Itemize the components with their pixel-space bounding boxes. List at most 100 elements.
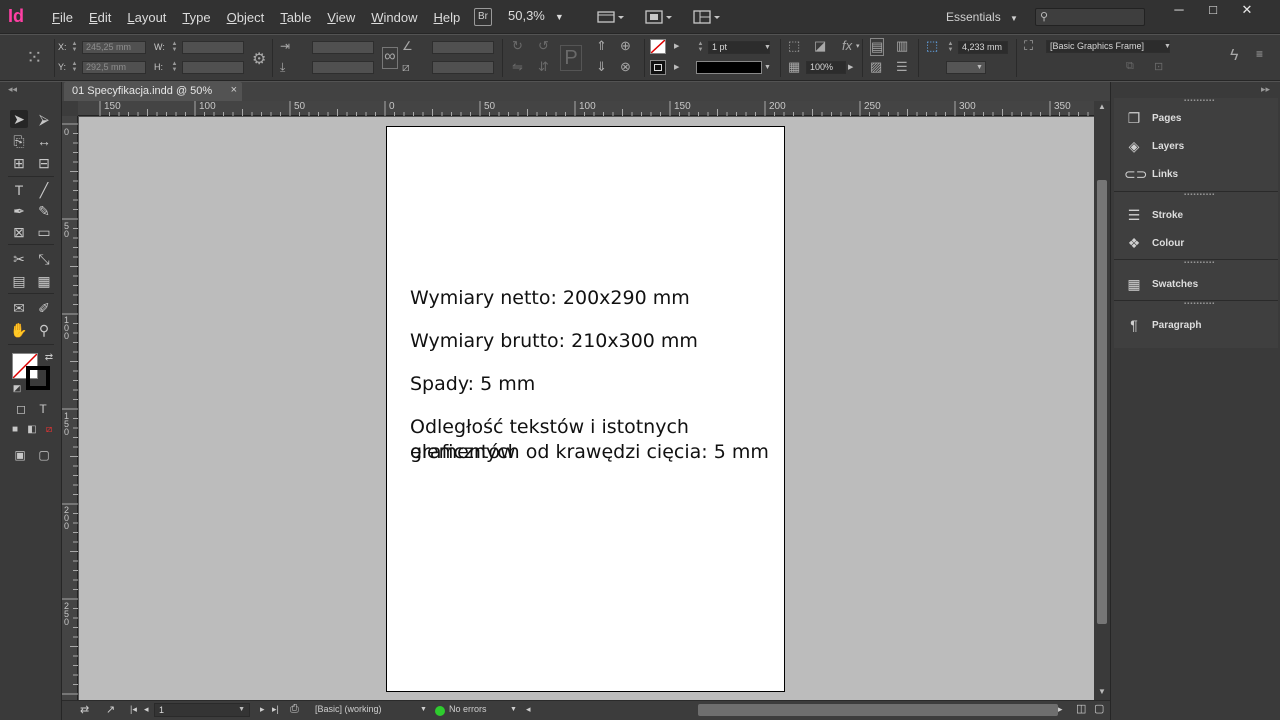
zoom-tool-icon[interactable]: ⚲ (35, 321, 53, 339)
flip-vertical-icon[interactable]: ⇵ (538, 59, 549, 75)
swap-icon[interactable]: ⇄ (40, 349, 58, 367)
normal-view-icon[interactable]: ▣ (11, 446, 29, 464)
apply-color-icon[interactable]: ■ (6, 421, 24, 439)
scissors-tool-icon[interactable]: ✂ (10, 250, 28, 268)
eyedropper-tool-icon[interactable]: ✐ (35, 299, 53, 317)
spinner-icon[interactable]: ▲ ▼ (170, 61, 179, 74)
first-page-icon[interactable]: |◂ (130, 704, 137, 715)
measure-field[interactable]: 4,233 mm (958, 41, 1008, 54)
panel-colour[interactable]: ❖ Colour (1124, 235, 1274, 255)
maximize-button[interactable]: □ (1196, 2, 1230, 20)
type-tool-icon[interactable]: T (10, 181, 28, 199)
bridge-button[interactable]: Br (474, 8, 492, 26)
select-content-icon[interactable]: ⊕ (620, 38, 631, 54)
text-net-dimensions[interactable]: Wymiary netto: 200x290 mm (410, 286, 690, 311)
panel-links[interactable]: ⊂⊃ Links (1124, 166, 1274, 186)
y-field[interactable]: 292,5 mm (82, 61, 146, 74)
content-placer-icon[interactable]: ⊟ (35, 154, 53, 172)
panel-grip[interactable]: ▪▪▪▪▪▪▪▪▪▪ (1184, 98, 1215, 104)
reveal-icon[interactable]: ↗ (106, 703, 115, 716)
formatting-text-icon[interactable]: T (34, 400, 52, 418)
effects-icon[interactable]: fx (842, 38, 852, 53)
flip-icon[interactable]: ⇋ (512, 59, 523, 75)
scroll-right-icon[interactable]: ▸ (1058, 704, 1063, 715)
panel-grip[interactable]: ▪▪▪▪▪▪▪▪▪▪ (1184, 260, 1215, 266)
text-wrap-bbox-icon[interactable]: ▥ (896, 38, 908, 54)
preview-mode-icon[interactable]: ▢ (35, 446, 53, 464)
text-wrap-shape-icon[interactable]: ▨ (870, 59, 882, 75)
panel-layers[interactable]: ◈ Layers (1124, 138, 1274, 158)
gradient-swatch-tool-icon[interactable]: ▤ (10, 272, 28, 290)
reference-point-icon[interactable]: ⁙ (26, 45, 43, 70)
rotation-field[interactable] (432, 41, 494, 54)
hand-tool-icon[interactable]: ✋ (10, 321, 28, 339)
menu-type[interactable]: Type (174, 0, 218, 34)
corner-options-icon[interactable]: ⬚ (926, 38, 938, 54)
next-page-icon[interactable]: ▸ (260, 704, 265, 715)
stroke-type-field[interactable] (696, 61, 762, 74)
menu-window[interactable]: Window (363, 0, 425, 34)
w-field[interactable] (182, 41, 244, 54)
rectangle-tool-icon[interactable]: ▭ (35, 223, 53, 241)
ruler-origin[interactable] (62, 101, 78, 116)
select-container-icon[interactable]: ⇑ (596, 38, 607, 54)
close-icon[interactable]: × (231, 84, 237, 96)
chevron-right-icon[interactable]: ▶ (674, 42, 679, 50)
select-previous-icon[interactable]: ⇓ (596, 59, 607, 75)
object-style-dropdown[interactable]: [Basic Graphics Frame] (1046, 40, 1170, 53)
screen-mode-icon[interactable] (644, 8, 672, 26)
workspace-switcher[interactable]: Essentials ▼ (946, 10, 1018, 24)
text-wrap-none-icon[interactable]: ▤ (870, 38, 885, 56)
pencil-tool-icon[interactable]: ✎ (35, 202, 53, 220)
menu-view[interactable]: View (319, 0, 363, 34)
vertical-scrollbar[interactable]: ▲ ▼ (1094, 101, 1110, 700)
note-tool-icon[interactable]: ✉ (10, 299, 28, 317)
arrange-documents-icon[interactable] (692, 8, 720, 26)
zoom-level-dropdown[interactable]: 50,3% ▼ (508, 8, 564, 23)
horizontal-scroll-thumb[interactable] (698, 704, 1058, 716)
fill-swatch[interactable] (650, 39, 666, 54)
panel-swatches[interactable]: ▦ Swatches (1124, 276, 1274, 296)
chevron-down-icon[interactable]: ▼ (764, 44, 771, 51)
scale-x-field[interactable] (312, 41, 374, 54)
scroll-thumb[interactable] (1097, 180, 1107, 624)
scale-y-field[interactable] (312, 61, 374, 74)
panel-grip[interactable]: ▪▪▪▪▪▪▪▪▪▪ (1184, 301, 1215, 307)
search-input[interactable]: ⚲ (1035, 8, 1145, 26)
text-wrap-jump-icon[interactable]: ☰ (896, 59, 908, 75)
panel-grip[interactable]: ▪▪▪▪▪▪▪▪▪▪ (1184, 192, 1215, 198)
content-collector-icon[interactable]: ⊞ (10, 154, 28, 172)
chevron-down-icon[interactable]: ▼ (764, 64, 771, 71)
menu-file[interactable]: File (44, 0, 81, 34)
split-view-icon[interactable]: ◫ (1076, 702, 1086, 715)
select-next-icon[interactable]: ⊗ (620, 59, 631, 75)
chevron-right-icon[interactable]: ▶ (848, 63, 853, 71)
menu-edit[interactable]: Edit (81, 0, 119, 34)
view-options-icon[interactable] (596, 8, 624, 26)
page-number-field[interactable]: 1 ▼ (154, 703, 250, 717)
opacity-field[interactable]: 100% (806, 61, 846, 74)
vertical-ruler[interactable]: 0 5 0 1 0 0 1 5 0 2 0 0 2 5 0 (62, 116, 78, 700)
pasteboard[interactable]: Wymiary netto: 200x290 mm Wymiary brutto… (79, 117, 1094, 700)
minimize-button[interactable]: ─ (1162, 2, 1196, 20)
panel-paragraph[interactable]: ¶ Paragraph (1124, 317, 1274, 337)
apply-none-icon[interactable]: ⧄ (40, 421, 58, 439)
preflight-status[interactable]: No errors (449, 704, 487, 714)
shear-field[interactable] (432, 61, 494, 74)
rotate-ccw-icon[interactable]: ↺ (538, 38, 549, 54)
constrain-proportions-icon[interactable]: ⚙ (252, 49, 266, 69)
gradient-feather-tool-icon[interactable]: ▦ (35, 272, 53, 290)
stroke-proxy[interactable] (26, 366, 50, 390)
spinner-icon[interactable]: ▲ ▼ (946, 41, 955, 54)
x-field[interactable]: 245,25 mm (82, 41, 146, 54)
direct-selection-tool-icon[interactable]: ⮚ (35, 110, 53, 128)
collapse-icon[interactable]: ◂◂ (8, 84, 17, 95)
apply-gradient-icon[interactable]: ◧ (23, 421, 41, 439)
last-page-icon[interactable]: ▸| (272, 704, 279, 715)
document-tab[interactable]: 01 Specyfikacja.indd @ 50% × (64, 82, 242, 101)
style-status[interactable]: [Basic] (working) (315, 704, 382, 714)
expand-panels-icon[interactable]: ▸▸ (1261, 84, 1270, 95)
text-margin-line-2[interactable]: graficznych od krawędzi cięcia: 5 mm (410, 440, 769, 465)
chevron-down-icon[interactable]: ▾ (856, 42, 860, 50)
quick-apply-icon[interactable]: ϟ (1230, 47, 1238, 65)
